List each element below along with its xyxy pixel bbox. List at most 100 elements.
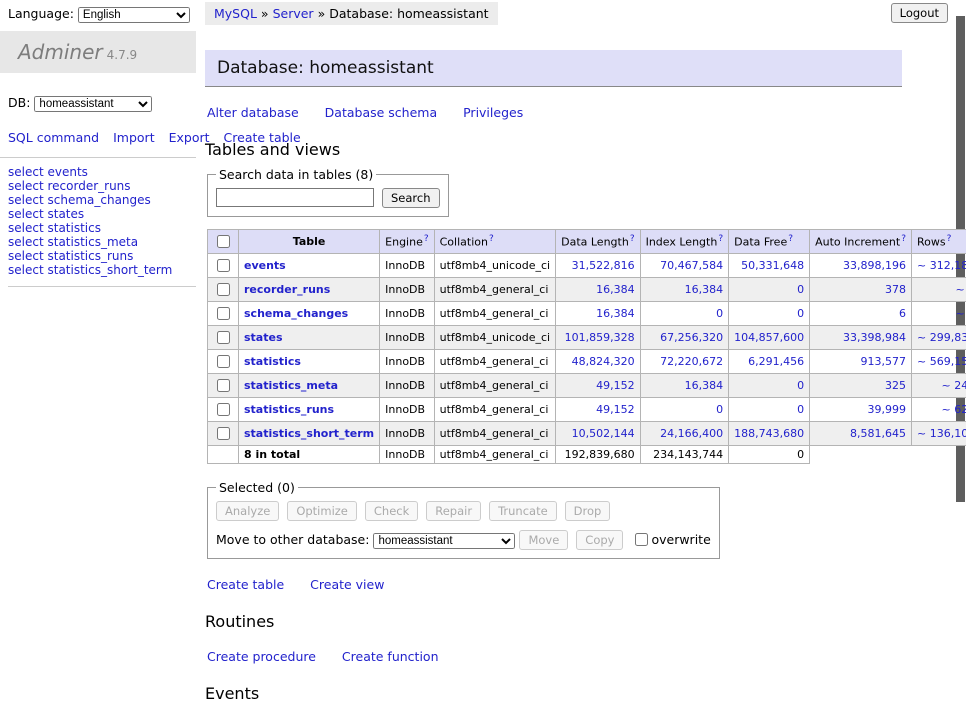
alter-database-link[interactable]: Alter database xyxy=(207,105,299,120)
data-length-link[interactable]: 10,502,144 xyxy=(572,427,635,440)
rows-count-link[interactable]: ~ 569,159 xyxy=(917,355,966,368)
row-checkbox[interactable] xyxy=(217,403,230,416)
optimize-button[interactable]: Optimize xyxy=(287,501,357,521)
breadcrumb-mysql-link[interactable]: MySQL xyxy=(214,6,257,21)
privileges-link[interactable]: Privileges xyxy=(463,105,523,120)
data-free-link[interactable]: 0 xyxy=(797,379,804,392)
table-name-link[interactable]: statistics_runs xyxy=(244,403,334,416)
select-link[interactable]: select xyxy=(8,207,44,221)
select-all-checkbox[interactable] xyxy=(217,235,230,248)
sidebar-link-import[interactable]: Import xyxy=(113,130,155,145)
index-length-link[interactable]: 67,256,320 xyxy=(660,331,723,344)
data-free-link[interactable]: 50,331,648 xyxy=(741,259,804,272)
table-name-link[interactable]: statistics_short_term xyxy=(244,427,374,440)
select-link[interactable]: select xyxy=(8,249,44,263)
select-link[interactable]: select xyxy=(8,235,44,249)
table-link[interactable]: events xyxy=(47,165,87,179)
select-link[interactable]: select xyxy=(8,165,44,179)
row-checkbox[interactable] xyxy=(217,355,230,368)
drop-button[interactable]: Drop xyxy=(565,501,611,521)
auto-increment-link[interactable]: 913,577 xyxy=(861,355,907,368)
help-icon[interactable]: ? xyxy=(424,234,429,244)
index-length-link[interactable]: 16,384 xyxy=(685,283,724,296)
index-length-link[interactable]: 72,220,672 xyxy=(660,355,723,368)
rows-count-link[interactable]: ~ 244 xyxy=(941,379,966,392)
create-function-link[interactable]: Create function xyxy=(342,649,439,664)
rows-count-link[interactable]: ~ 312,180 xyxy=(917,259,966,272)
help-icon[interactable]: ? xyxy=(788,234,793,244)
help-icon[interactable]: ? xyxy=(947,234,952,244)
table-link[interactable]: recorder_runs xyxy=(47,179,130,193)
check-button[interactable]: Check xyxy=(365,501,418,521)
select-link[interactable]: select xyxy=(8,193,44,207)
rows-count-link[interactable]: ~ 628 xyxy=(941,403,966,416)
table-name-link[interactable]: statistics_meta xyxy=(244,379,338,392)
help-icon[interactable]: ? xyxy=(901,234,906,244)
auto-increment-link[interactable]: 39,999 xyxy=(868,403,907,416)
table-link[interactable]: statistics_short_term xyxy=(47,263,172,277)
table-name-link[interactable]: events xyxy=(244,259,286,272)
auto-increment-link[interactable]: 33,398,984 xyxy=(843,331,906,344)
data-length-link[interactable]: 101,859,328 xyxy=(565,331,635,344)
create-view-link[interactable]: Create view xyxy=(310,577,384,592)
language-select[interactable]: English xyxy=(78,7,190,23)
auto-increment-link[interactable]: 6 xyxy=(899,307,906,320)
row-checkbox[interactable] xyxy=(217,331,230,344)
index-length-link[interactable]: 24,166,400 xyxy=(660,427,723,440)
table-link[interactable]: states xyxy=(47,207,84,221)
data-free-link[interactable]: 6,291,456 xyxy=(748,355,804,368)
select-link[interactable]: select xyxy=(8,221,44,235)
select-link[interactable]: select xyxy=(8,263,44,277)
analyze-button[interactable]: Analyze xyxy=(216,501,279,521)
data-length-link[interactable]: 16,384 xyxy=(596,283,635,296)
data-free-link[interactable]: 0 xyxy=(797,307,804,320)
data-length-link[interactable]: 49,152 xyxy=(596,379,635,392)
help-icon[interactable]: ? xyxy=(630,234,635,244)
index-length-link[interactable]: 0 xyxy=(716,307,723,320)
auto-increment-link[interactable]: 8,581,645 xyxy=(850,427,906,440)
database-schema-link[interactable]: Database schema xyxy=(325,105,437,120)
select-link[interactable]: select xyxy=(8,179,44,193)
rows-count-link[interactable]: ~ 3 xyxy=(955,307,966,320)
data-free-link[interactable]: 0 xyxy=(797,403,804,416)
help-icon[interactable]: ? xyxy=(489,234,494,244)
data-length-link[interactable]: 49,152 xyxy=(596,403,635,416)
table-link[interactable]: schema_changes xyxy=(47,193,150,207)
index-length-link[interactable]: 0 xyxy=(716,403,723,416)
move-button[interactable]: Move xyxy=(519,530,568,550)
rows-count-link[interactable]: ~ 136,108 xyxy=(917,427,966,440)
index-length-link[interactable]: 16,384 xyxy=(685,379,724,392)
auto-increment-link[interactable]: 325 xyxy=(885,379,906,392)
sidebar-link-sql-command[interactable]: SQL command xyxy=(8,130,99,145)
data-length-link[interactable]: 16,384 xyxy=(596,307,635,320)
copy-button[interactable]: Copy xyxy=(576,530,623,550)
table-link[interactable]: statistics_runs xyxy=(47,249,133,263)
db-select[interactable]: homeassistant xyxy=(34,96,152,112)
table-link[interactable]: statistics xyxy=(47,221,101,235)
row-checkbox[interactable] xyxy=(217,259,230,272)
rows-count-link[interactable]: ~ 299,833 xyxy=(917,331,966,344)
data-free-link[interactable]: 188,743,680 xyxy=(734,427,804,440)
data-length-link[interactable]: 48,824,320 xyxy=(572,355,635,368)
truncate-button[interactable]: Truncate xyxy=(489,501,557,521)
repair-button[interactable]: Repair xyxy=(426,501,481,521)
index-length-link[interactable]: 70,467,584 xyxy=(660,259,723,272)
row-checkbox[interactable] xyxy=(217,283,230,296)
breadcrumb-server-link[interactable]: Server xyxy=(273,6,314,21)
data-free-link[interactable]: 0 xyxy=(797,283,804,296)
search-button[interactable]: Search xyxy=(382,188,440,208)
create-procedure-link[interactable]: Create procedure xyxy=(207,649,316,664)
search-input[interactable] xyxy=(216,188,374,207)
row-checkbox[interactable] xyxy=(217,307,230,320)
table-link[interactable]: statistics_meta xyxy=(47,235,138,249)
table-name-link[interactable]: states xyxy=(244,331,283,344)
data-free-link[interactable]: 104,857,600 xyxy=(734,331,804,344)
create-table-link[interactable]: Create table xyxy=(207,577,284,592)
auto-increment-link[interactable]: 378 xyxy=(885,283,906,296)
data-length-link[interactable]: 31,522,816 xyxy=(572,259,635,272)
row-checkbox[interactable] xyxy=(217,427,230,440)
sidebar-link-export[interactable]: Export xyxy=(169,130,210,145)
move-database-select[interactable]: homeassistant xyxy=(373,533,515,549)
overwrite-checkbox[interactable] xyxy=(635,533,648,546)
row-checkbox[interactable] xyxy=(217,379,230,392)
